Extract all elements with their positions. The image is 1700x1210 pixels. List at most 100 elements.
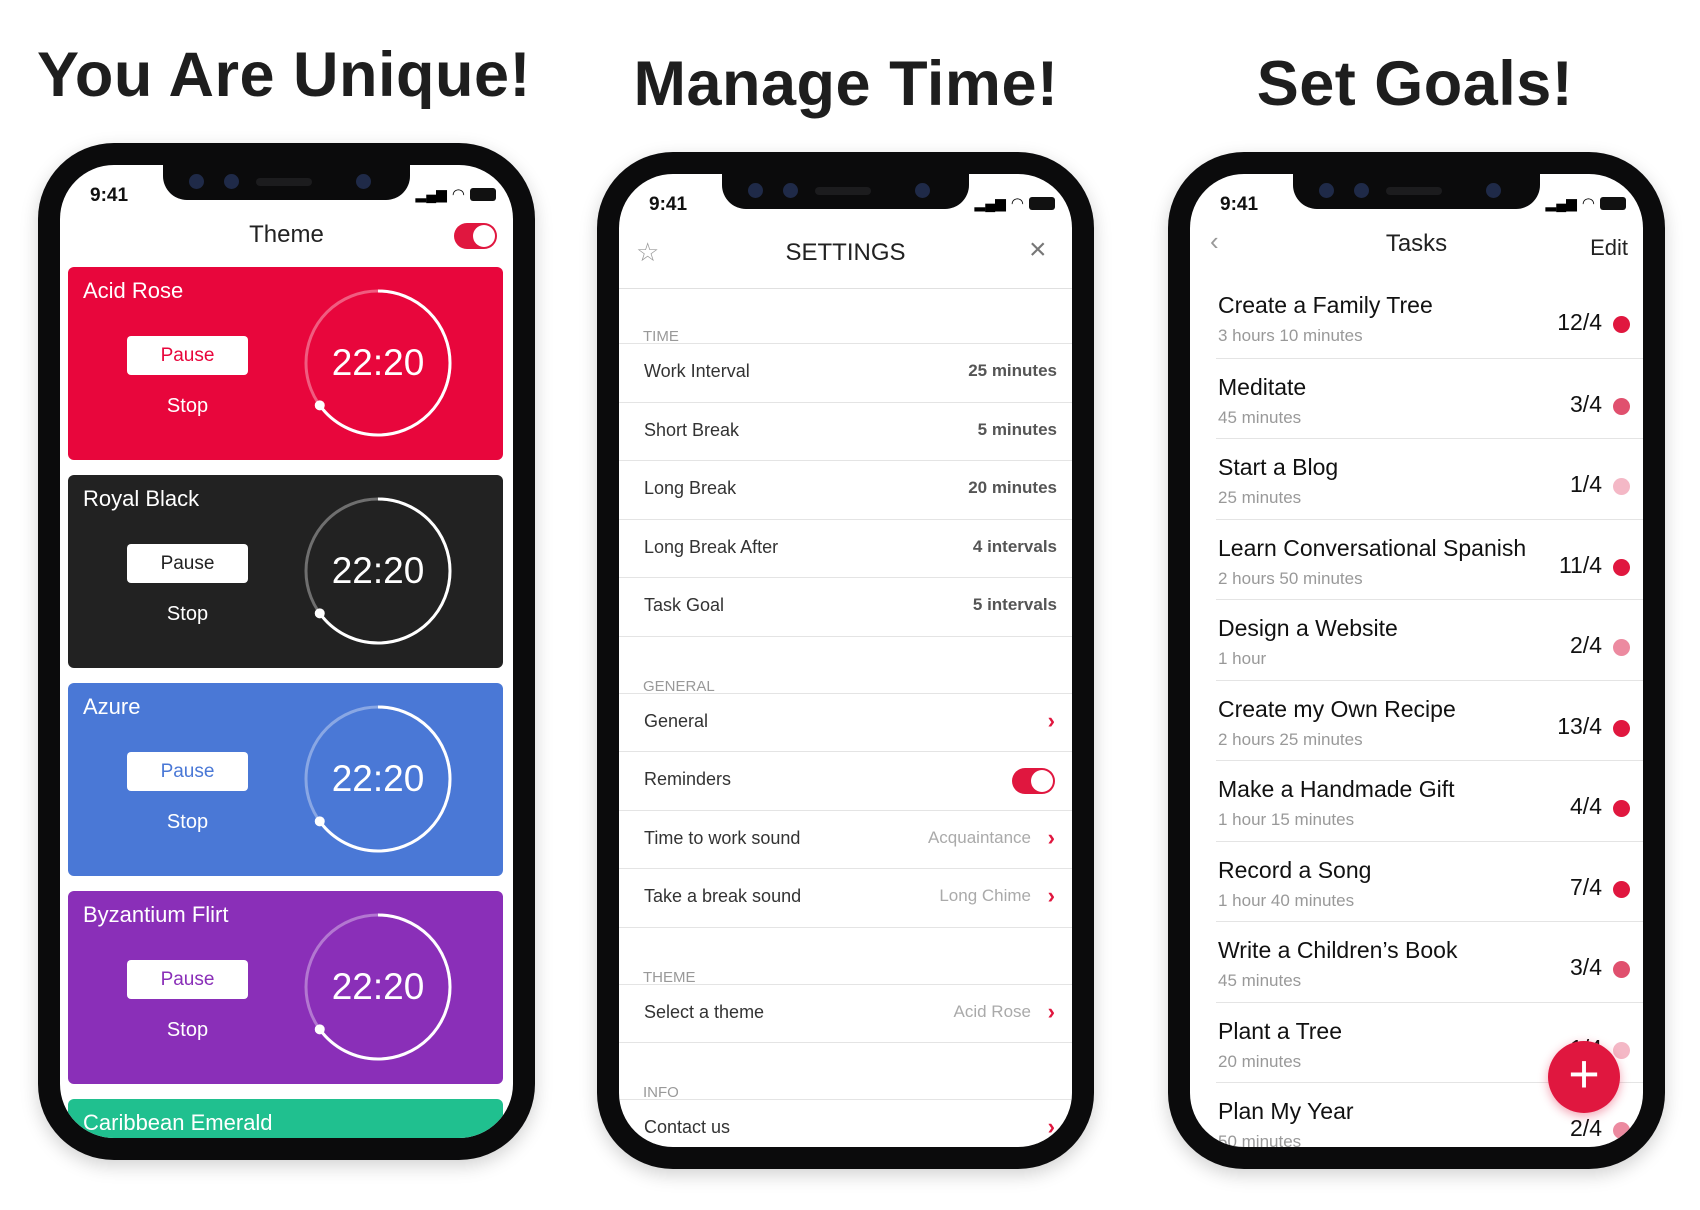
- task-duration: 45 minutes: [1218, 407, 1302, 427]
- theme-screen: 9:41 ▂▄▆ ◠ Theme Acid Rose Pause Stop 22:20…: [60, 165, 513, 1138]
- chevron-right-icon: ›: [1047, 998, 1055, 1024]
- task-duration: 25 minutes: [1218, 488, 1302, 507]
- row-label: Long Break: [644, 478, 737, 498]
- task-count: 11/4: [1558, 551, 1602, 578]
- close-icon[interactable]: ×: [1029, 233, 1047, 267]
- settings-row[interactable]: Long Break 20 minutes: [619, 460, 1072, 518]
- task-title: Start a Blog: [1218, 454, 1339, 480]
- task-title: Create my Own Recipe: [1218, 695, 1456, 722]
- status-icons: ▂▄▆ ◠: [415, 185, 496, 203]
- task-duration: 50 minutes: [1218, 1132, 1302, 1147]
- task-row[interactable]: Design a Website 1 hour 2/4: [1216, 599, 1643, 679]
- settings-row[interactable]: Work Interval 25 minutes: [619, 343, 1072, 401]
- status-dot: [1613, 800, 1630, 817]
- row-label: Work Interval: [644, 361, 750, 381]
- row-label: Select a theme: [644, 1001, 765, 1022]
- chevron-right-icon: ›: [1047, 707, 1055, 733]
- settings-row[interactable]: Long Break After 4 intervals: [619, 518, 1072, 577]
- task-row[interactable]: Make a Handmade Gift 1 hour 15 minutes 4/4: [1216, 760, 1643, 840]
- task-count: 12/4: [1557, 309, 1602, 335]
- chevron-right-icon: ›: [1047, 1114, 1055, 1139]
- task-row[interactable]: Record a Song 1 hour 40 minutes 7/4: [1216, 840, 1643, 921]
- timer-text: 22:20: [331, 550, 425, 591]
- row-label: Reminders: [644, 769, 732, 789]
- theme-card[interactable]: Caribbean Emerald: [68, 1099, 503, 1138]
- row-detail: Acquaintance: [927, 827, 1031, 847]
- theme-name: Acid Rose: [83, 278, 184, 303]
- row-value: 20 minutes: [968, 478, 1057, 497]
- settings-row[interactable]: Select a theme Acid Rose ›: [619, 983, 1072, 1042]
- task-count: 2/4: [1570, 632, 1602, 658]
- status-icons: ▂▄▆ ◠: [974, 194, 1055, 212]
- task-count: 2/4: [1570, 1115, 1602, 1141]
- section-divider: [619, 1042, 1072, 1043]
- theme-card[interactable]: Royal Black Pause Stop 22:20: [68, 475, 503, 668]
- settings-row[interactable]: Task Goal 5 intervals: [619, 577, 1072, 635]
- timer-text: 22:20: [331, 966, 425, 1007]
- settings-row[interactable]: General ›: [619, 692, 1072, 751]
- reminders-toggle[interactable]: [1012, 768, 1055, 794]
- stop-button[interactable]: Stop: [127, 603, 248, 626]
- header-divider: [619, 288, 1072, 289]
- pause-button[interactable]: Pause: [127, 544, 248, 583]
- row-label: Contact us: [644, 1117, 731, 1137]
- tasks-screen: 9:41 ▂▄▆ ◠ ‹ Tasks Edit Create a Family T…: [1190, 174, 1643, 1147]
- section-divider: [619, 926, 1072, 928]
- task-duration: 45 minutes: [1218, 971, 1302, 990]
- row-detail: Acid Rose: [953, 1001, 1031, 1021]
- notch: [1293, 174, 1540, 209]
- task-row[interactable]: Create my Own Recipe 2 hours 25 minutes 13…: [1216, 679, 1643, 760]
- status-time: 9:41: [1220, 194, 1259, 215]
- headline-manage-time: Manage Time!: [633, 49, 1059, 119]
- pause-button[interactable]: Pause: [127, 752, 248, 791]
- task-count: 3/4: [1570, 390, 1602, 417]
- phone-settings: 9:41 ▂▄▆ ◠ ☆ SETTINGS × TIME Work Interval…: [597, 152, 1094, 1169]
- task-row[interactable]: Write a Children’s Book 45 minutes 3/4: [1216, 921, 1643, 1001]
- task-row[interactable]: Start a Blog 25 minutes 1/4: [1216, 438, 1643, 518]
- add-task-button[interactable]: +: [1548, 1041, 1620, 1113]
- task-title: Record a Song: [1218, 856, 1372, 883]
- row-label: Task Goal: [644, 595, 725, 615]
- chevron-right-icon: ›: [1047, 824, 1055, 850]
- task-count: 4/4: [1570, 793, 1602, 819]
- task-count: 13/4: [1557, 712, 1602, 739]
- theme-name: Byzantium Flirt: [83, 902, 229, 927]
- status-time: 9:41: [649, 194, 688, 215]
- status-dot: [1613, 478, 1630, 495]
- pause-button[interactable]: Pause: [127, 336, 248, 375]
- stop-button[interactable]: Stop: [127, 395, 248, 418]
- settings-row[interactable]: Short Break 5 minutes: [619, 401, 1072, 460]
- edit-button[interactable]: Edit: [1590, 235, 1628, 261]
- theme-card[interactable]: Acid Rose Pause Stop 22:20: [68, 267, 503, 460]
- theme-card[interactable]: Byzantium Flirt Pause Stop 22:20: [68, 891, 503, 1084]
- theme-toggle[interactable]: [454, 223, 497, 249]
- settings-row[interactable]: Contact us ›: [619, 1099, 1072, 1147]
- row-value: 5 intervals: [972, 595, 1057, 614]
- row-value: 4 intervals: [972, 536, 1057, 556]
- timer-text: 22:20: [331, 342, 425, 383]
- section-divider: [619, 635, 1072, 637]
- status-dot: [1613, 1122, 1630, 1139]
- settings-row[interactable]: Take a break sound Long Chime ›: [619, 868, 1072, 926]
- theme-card[interactable]: Azure Pause Stop 22:20: [68, 683, 503, 876]
- task-duration: 1 hour 15 minutes: [1218, 810, 1355, 829]
- settings-row[interactable]: Reminders: [619, 751, 1072, 809]
- theme-title: Theme: [249, 221, 324, 248]
- stop-button[interactable]: Stop: [127, 811, 248, 834]
- row-value: 5 minutes: [977, 419, 1057, 439]
- task-title: Write a Children’s Book: [1218, 937, 1458, 963]
- task-row[interactable]: Learn Conversational Spanish 2 hours 50 m…: [1216, 518, 1643, 599]
- settings-row[interactable]: Time to work sound Acquaintance ›: [619, 809, 1072, 868]
- row-value: 25 minutes: [968, 361, 1057, 380]
- task-duration: 20 minutes: [1218, 1051, 1302, 1071]
- row-label: Short Break: [644, 419, 740, 440]
- task-row[interactable]: Meditate 45 minutes 3/4: [1216, 357, 1643, 438]
- status-dot: [1613, 558, 1630, 576]
- task-duration: 1 hour 40 minutes: [1218, 890, 1355, 910]
- pause-button[interactable]: Pause: [127, 960, 248, 999]
- stop-button[interactable]: Stop: [127, 1019, 248, 1042]
- task-title: Meditate: [1218, 373, 1307, 400]
- status-dot: [1613, 880, 1630, 898]
- timer-text: 22:20: [331, 758, 425, 799]
- task-row[interactable]: Create a Family Tree 3 hours 10 minutes 12…: [1216, 277, 1643, 357]
